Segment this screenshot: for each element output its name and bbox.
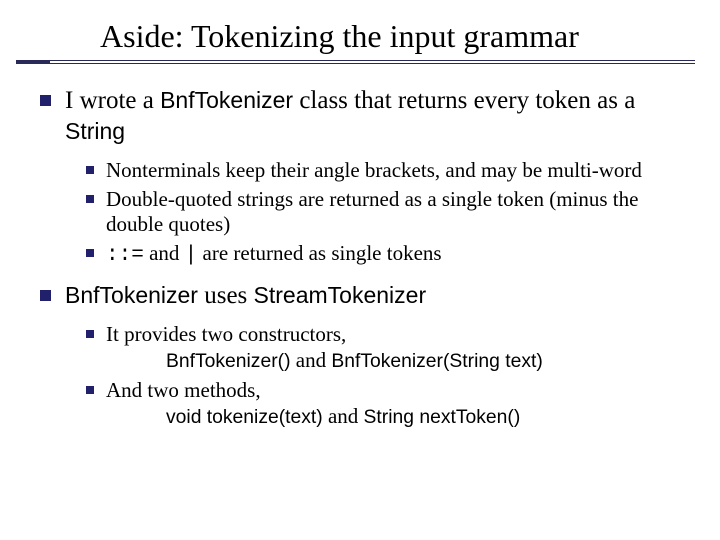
text: And two methods, [106,378,520,403]
square-bullet-icon [86,386,94,394]
class-name: BnfTokenizer [160,87,293,113]
bullet-level2: It provides two constructors, BnfTokeniz… [86,322,685,374]
class-name: StreamTokenizer [254,282,427,308]
class-name: String [65,118,125,144]
text: and [323,404,364,428]
code-signature: String nextToken() [364,407,521,428]
square-bullet-icon [86,195,94,203]
text: It provides two constructors, [106,322,543,347]
text: and [291,348,332,372]
square-bullet-icon [86,330,94,338]
text: uses [198,282,254,309]
square-bullet-icon [86,166,94,174]
code-token: ::= [106,244,144,267]
square-bullet-icon [86,249,94,257]
square-bullet-icon [40,290,51,301]
code-token: | [185,244,198,267]
code-signature: BnfTokenizer() [166,351,291,372]
bullet-level2: Double-quoted strings are returned as a … [86,187,685,237]
text: Nonterminals keep their angle brackets, … [106,158,642,183]
bullet-level2: ::= and | are returned as single tokens [86,241,685,268]
text: class that returns every token as a [293,87,635,114]
bullet-level1: BnfTokenizer uses StreamTokenizer [40,280,685,311]
text: Double-quoted strings are returned as a … [106,187,685,237]
square-bullet-icon [40,95,51,106]
class-name: BnfTokenizer [65,282,198,308]
slide-body: I wrote a BnfTokenizer class that return… [0,55,720,430]
bullet-level1: I wrote a BnfTokenizer class that return… [40,85,685,148]
text: I wrote a [65,87,160,114]
bullet-level2: And two methods, void tokenize(text) and… [86,378,685,430]
slide-title: Aside: Tokenizing the input grammar [100,18,720,55]
code-signature: BnfTokenizer(String text) [331,351,542,372]
text: and [144,241,185,265]
title-underline [16,60,695,64]
bullet-level2: Nonterminals keep their angle brackets, … [86,158,685,183]
text: are returned as single tokens [197,241,441,265]
code-signature: void tokenize(text) [166,407,323,428]
